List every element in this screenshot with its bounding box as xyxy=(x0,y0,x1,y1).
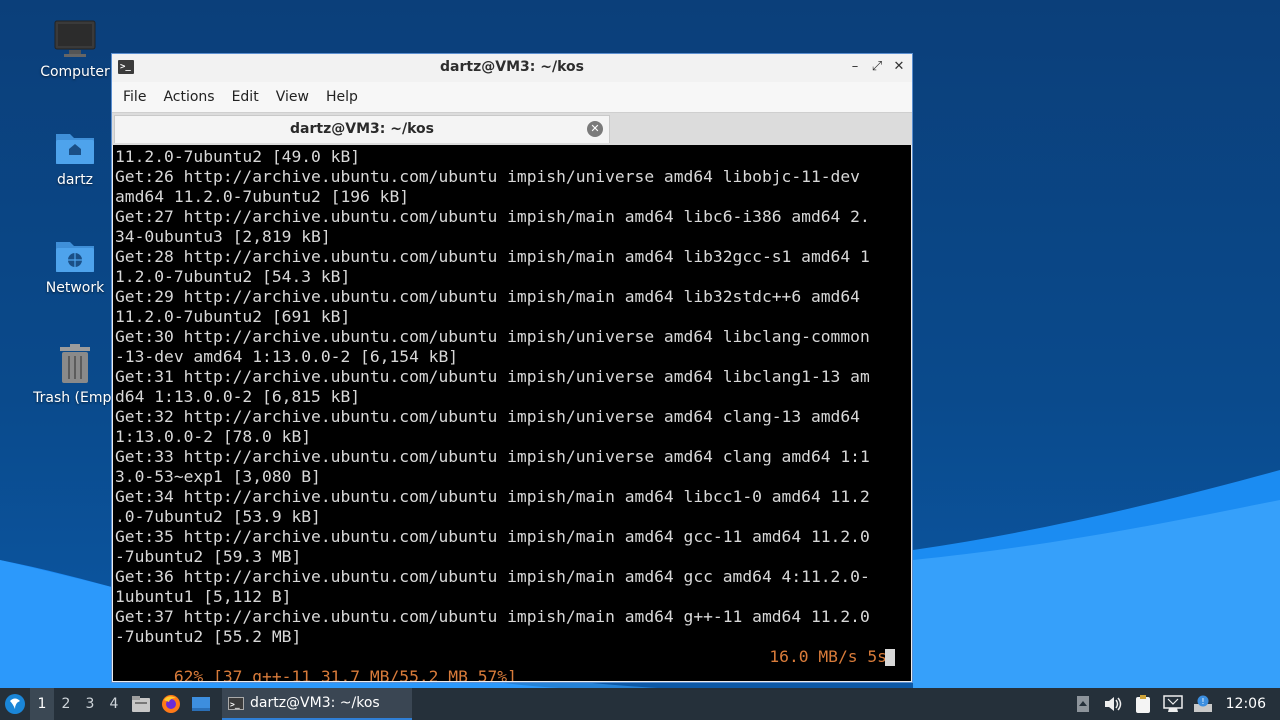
minimize-button[interactable]: – xyxy=(848,58,862,76)
terminal-line: Get:37 http://archive.ubuntu.com/ubuntu … xyxy=(115,607,870,626)
volume-icon xyxy=(1104,697,1121,711)
terminal-line: 34-0ubuntu3 [2,819 kB] xyxy=(115,227,331,246)
desktop-icon-label: Network xyxy=(45,280,105,296)
taskbar: 1 2 3 4 >_ dartz@VM3: ~/kos ! 12:06 xyxy=(0,688,1280,720)
network-folder-icon xyxy=(56,242,94,272)
taskbar-window-label: dartz@VM3: ~/kos xyxy=(250,695,380,711)
firefox-launcher[interactable] xyxy=(156,688,186,720)
window-titlebar[interactable]: >_ dartz@VM3: ~/kos – ⤢ ✕ xyxy=(112,54,912,82)
tray-up-arrow-button[interactable] xyxy=(1068,688,1098,720)
clipboard-icon xyxy=(1135,695,1150,713)
terminal-window[interactable]: >_ dartz@VM3: ~/kos – ⤢ ✕ File Actions E… xyxy=(111,53,913,683)
terminal-lines: 11.2.0-7ubuntu2 [49.0 kB] Get:26 http://a… xyxy=(115,147,911,647)
terminal-line: -7ubuntu2 [59.3 MB] xyxy=(115,547,302,566)
desktop-icon xyxy=(192,697,210,711)
terminal-line: .0-7ubuntu2 [53.9 kB] xyxy=(115,507,321,526)
workspace-1[interactable]: 1 xyxy=(30,688,54,720)
workspace-2[interactable]: 2 xyxy=(54,696,78,712)
terminal-line: Get:28 http://archive.ubuntu.com/ubuntu … xyxy=(115,247,870,266)
desktop-icon-label: Trash (Empt xyxy=(33,390,117,406)
text-cursor xyxy=(885,649,895,666)
progress-line: 62% [37 g++-11 31.7 MB/55.2 MB 57%] 16.0… xyxy=(115,647,911,681)
maximize-button[interactable]: ⤢ xyxy=(870,58,884,76)
tab-label: dartz@VM3: ~/kos xyxy=(290,121,434,137)
terminal-line: Get:33 http://archive.ubuntu.com/ubuntu … xyxy=(115,447,870,466)
window-title: dartz@VM3: ~/kos xyxy=(440,59,584,75)
start-menu-button[interactable] xyxy=(0,688,30,720)
progress-speed: 16.0 MB/s 5s xyxy=(769,647,887,666)
file-manager-launcher[interactable] xyxy=(126,688,156,720)
progress-status: 62% [37 g++-11 31.7 MB/55.2 MB 57%] xyxy=(173,667,517,681)
terminal-line: 1:13.0.0-2 [78.0 kB] xyxy=(115,427,312,446)
terminal-line: 11.2.0-7ubuntu2 [691 kB] xyxy=(115,307,351,326)
update-notification-icon: ! xyxy=(1193,695,1212,712)
lubuntu-logo-icon xyxy=(5,694,25,714)
trash-icon xyxy=(60,344,90,383)
network-icon xyxy=(1162,695,1183,712)
workspace-4[interactable]: 4 xyxy=(102,696,126,712)
clock[interactable]: 12:06 xyxy=(1218,696,1280,712)
menu-edit[interactable]: Edit xyxy=(225,89,266,105)
volume-button[interactable] xyxy=(1098,688,1128,720)
menu-bar: File Actions Edit View Help xyxy=(112,82,912,112)
terminal-line: d64 1:13.0.0-2 [6,815 kB] xyxy=(115,387,361,406)
desktop-icon-label: Computer xyxy=(40,64,110,80)
tab-terminal[interactable]: dartz@VM3: ~/kos ✕ xyxy=(114,115,610,143)
menu-actions[interactable]: Actions xyxy=(156,89,221,105)
menu-view[interactable]: View xyxy=(269,89,316,105)
menu-file[interactable]: File xyxy=(116,89,153,105)
terminal-line: -13-dev amd64 1:13.0.0-2 [6,154 kB] xyxy=(115,347,459,366)
terminal-line: Get:31 http://archive.ubuntu.com/ubuntu … xyxy=(115,367,870,386)
computer-icon xyxy=(54,20,96,57)
show-desktop-button[interactable] xyxy=(186,688,216,720)
tab-close-icon[interactable]: ✕ xyxy=(587,121,603,137)
terminal-icon: >_ xyxy=(228,696,244,710)
desktop-icon-label: dartz xyxy=(56,172,94,188)
terminal-line: Get:35 http://archive.ubuntu.com/ubuntu … xyxy=(115,527,870,546)
arrow-up-icon xyxy=(1076,696,1089,712)
taskbar-window-terminal[interactable]: >_ dartz@VM3: ~/kos xyxy=(222,688,412,720)
clipboard-button[interactable] xyxy=(1128,688,1158,720)
terminal-line: 1ubuntu1 [5,112 B] xyxy=(115,587,292,606)
updates-button[interactable]: ! xyxy=(1188,688,1218,720)
terminal-line: 1.2.0-7ubuntu2 [54.3 kB] xyxy=(115,267,351,286)
home-folder-icon xyxy=(56,134,94,164)
menu-help[interactable]: Help xyxy=(319,89,365,105)
tab-bar: dartz@VM3: ~/kos ✕ xyxy=(112,112,912,145)
terminal-line: Get:27 http://archive.ubuntu.com/ubuntu … xyxy=(115,207,870,226)
terminal-line: Get:29 http://archive.ubuntu.com/ubuntu … xyxy=(115,287,860,306)
terminal-output[interactable]: 11.2.0-7ubuntu2 [49.0 kB] Get:26 http://a… xyxy=(113,145,911,681)
system-tray: ! 12:06 xyxy=(1068,688,1280,720)
svg-text:!: ! xyxy=(1201,697,1204,706)
terminal-line: Get:30 http://archive.ubuntu.com/ubuntu … xyxy=(115,327,870,346)
workspace-3[interactable]: 3 xyxy=(78,696,102,712)
terminal-line: Get:26 http://archive.ubuntu.com/ubuntu … xyxy=(115,167,860,186)
close-button[interactable]: ✕ xyxy=(892,58,906,76)
terminal-line: Get:34 http://archive.ubuntu.com/ubuntu … xyxy=(115,487,870,506)
terminal-line: Get:32 http://archive.ubuntu.com/ubuntu … xyxy=(115,407,860,426)
terminal-line: 3.0-53~exp1 [3,080 B] xyxy=(115,467,321,486)
terminal-line: Get:36 http://archive.ubuntu.com/ubuntu … xyxy=(115,567,870,586)
firefox-icon xyxy=(162,695,180,713)
terminal-line: 11.2.0-7ubuntu2 [49.0 kB] xyxy=(115,147,361,166)
terminal-line: -7ubuntu2 [55.2 MB] xyxy=(115,627,302,646)
file-manager-icon xyxy=(132,696,150,712)
terminal-line: amd64 11.2.0-7ubuntu2 [196 kB] xyxy=(115,187,410,206)
network-button[interactable] xyxy=(1158,688,1188,720)
